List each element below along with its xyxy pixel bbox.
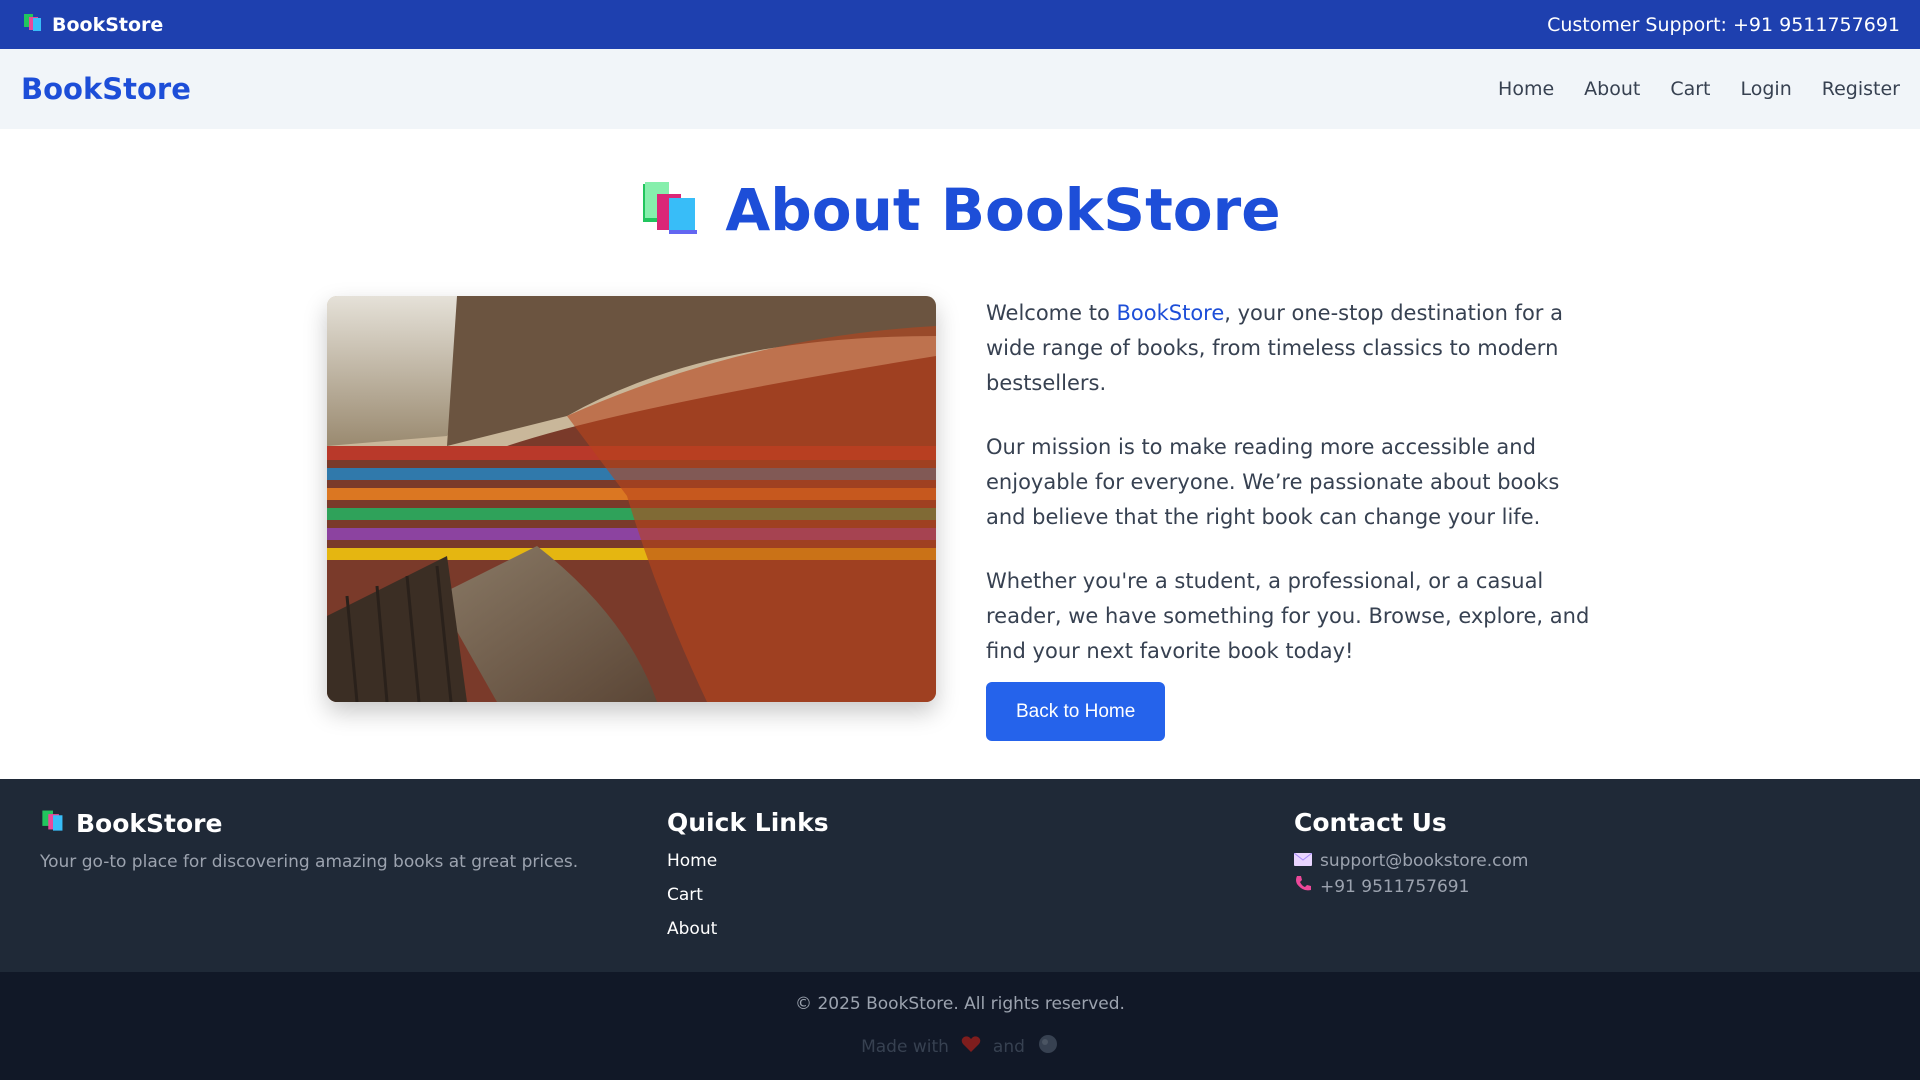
audience-paragraph: Whether you're a student, a professional… bbox=[986, 569, 1590, 663]
contact-phone: +91 9511757691 bbox=[1294, 875, 1881, 898]
topbar-brand-label: BookStore bbox=[52, 13, 164, 36]
bottom-bar: © 2025 BookStore. All rights reserved. M… bbox=[0, 972, 1920, 1080]
contact-phone-text[interactable]: +91 9511757691 bbox=[1320, 877, 1469, 897]
topbar-brand: BookStore bbox=[22, 12, 163, 37]
mission-paragraph: Our mission is to make reading more acce… bbox=[986, 435, 1560, 529]
footer-brand-label: BookStore bbox=[76, 808, 223, 838]
contact-title: Contact Us bbox=[1294, 808, 1447, 837]
page-title-row: About BookStore bbox=[0, 176, 1920, 244]
copyright-text: © 2025 BookStore. All rights reserved. bbox=[795, 994, 1125, 1014]
made-with-text: Made with bbox=[861, 1036, 949, 1057]
nav-link-about[interactable]: About bbox=[1584, 78, 1640, 100]
nav-link-login[interactable]: Login bbox=[1741, 78, 1792, 100]
site-logo[interactable]: BookStore bbox=[21, 72, 191, 106]
footer-brand-col: BookStore Your go-to place for discoveri… bbox=[0, 779, 627, 972]
footer: BookStore Your go-to place for discoveri… bbox=[0, 779, 1920, 972]
top-bar: BookStore Customer Support: +91 95117576… bbox=[0, 0, 1920, 49]
quick-links-list: Home Cart About bbox=[667, 851, 1254, 939]
nav-link-register[interactable]: Register bbox=[1822, 78, 1900, 100]
main-content: About BookStore Welcome to BookStore, yo… bbox=[0, 129, 1920, 779]
about-content: Welcome to BookStore, your one-stop dest… bbox=[327, 296, 1596, 741]
heart-icon bbox=[961, 1035, 981, 1058]
footer-brand: BookStore bbox=[40, 808, 627, 838]
books-icon bbox=[40, 808, 66, 838]
books-icon bbox=[22, 12, 44, 37]
nav-links: Home About Cart Login Register bbox=[1498, 78, 1900, 100]
library-image bbox=[327, 296, 936, 702]
nav-link-home[interactable]: Home bbox=[1498, 78, 1554, 100]
books-icon bbox=[639, 180, 701, 240]
brain-icon bbox=[1037, 1034, 1059, 1059]
customer-support-text: Customer Support: +91 9511757691 bbox=[1547, 13, 1900, 36]
quick-links-title: Quick Links bbox=[667, 808, 829, 837]
intro-paragraph: Welcome to BookStore, your one-stop dest… bbox=[986, 296, 1596, 401]
made-with-line: Made with and bbox=[0, 1034, 1920, 1059]
phone-icon bbox=[1294, 875, 1312, 898]
intro-prefix: Welcome to bbox=[986, 301, 1117, 325]
main-navbar: BookStore Home About Cart Login Register bbox=[0, 49, 1920, 129]
envelope-icon bbox=[1293, 851, 1313, 871]
contact-col: Contact Us support@bookstore.com +91 951… bbox=[1254, 779, 1881, 972]
about-text: Welcome to BookStore, your one-stop dest… bbox=[986, 296, 1596, 741]
nav-link-cart[interactable]: Cart bbox=[1670, 78, 1710, 100]
contact-email: support@bookstore.com bbox=[1293, 851, 1881, 871]
footer-link-cart[interactable]: Cart bbox=[667, 885, 1254, 905]
footer-description: Your go-to place for discovering amazing… bbox=[40, 852, 579, 872]
page-title: About BookStore bbox=[725, 176, 1281, 244]
contact-email-text[interactable]: support@bookstore.com bbox=[1320, 851, 1528, 871]
footer-link-about[interactable]: About bbox=[667, 919, 1254, 939]
footer-link-home[interactable]: Home bbox=[667, 851, 1254, 871]
and-text: and bbox=[992, 1036, 1025, 1057]
intro-brand: BookStore bbox=[1116, 301, 1225, 325]
back-to-home-button[interactable]: Back to Home bbox=[986, 682, 1166, 741]
quick-links-col: Quick Links Home Cart About bbox=[627, 779, 1254, 972]
